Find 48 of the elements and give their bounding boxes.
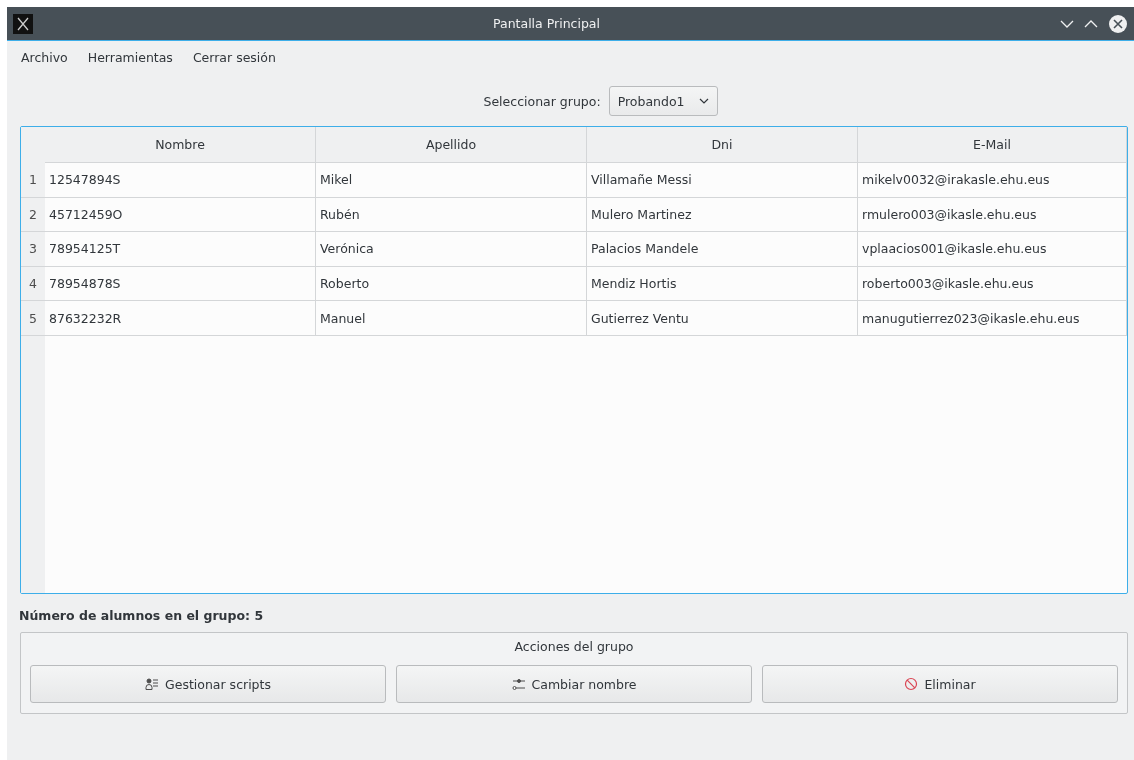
table-cell: Mikel — [316, 163, 587, 198]
menu-item[interactable]: Archivo — [13, 47, 76, 68]
column-header[interactable]: Dni — [587, 127, 858, 163]
group-title: Acciones del grupo — [514, 639, 634, 654]
action-button[interactable]: Eliminar — [762, 665, 1118, 703]
table-cell: vplaacios001@ikasle.ehu.eus — [858, 232, 1127, 267]
table-cell: Verónica — [316, 232, 587, 267]
group-dropdown[interactable]: Probando1 — [608, 86, 718, 116]
table-cell: manugutierrez023@ikasle.ehu.eus — [858, 301, 1127, 336]
maximize-icon[interactable] — [1084, 18, 1098, 29]
forbidden-icon — [904, 677, 919, 691]
row-number: 4 — [21, 266, 45, 302]
table-cell: roberto003@ikasle.ehu.eus — [858, 266, 1127, 302]
student-count: Número de alumnos en el grupo: 5 — [19, 608, 265, 623]
row-number: 1 — [21, 163, 45, 198]
table-cell: Manuel — [316, 301, 587, 336]
action-button[interactable]: Gestionar scripts — [30, 665, 386, 703]
menu-item[interactable]: Cerrar sesión — [184, 47, 284, 68]
table-cell: 12547894S — [45, 163, 316, 198]
column-header[interactable]: Nombre — [45, 127, 316, 163]
minimize-icon[interactable] — [1060, 18, 1074, 29]
table-cell: Palacios Mandele — [587, 232, 858, 267]
table-cell: rmulero003@ikasle.ehu.eus — [858, 197, 1127, 233]
row-number: 3 — [21, 232, 45, 267]
window-title: Pantalla Principal — [492, 16, 601, 31]
sliders-icon — [511, 677, 526, 691]
chevron-down-icon — [698, 98, 709, 104]
table-cell: Mendiz Hortis — [587, 266, 858, 302]
table-cell: Gutierrez Ventu — [587, 301, 858, 336]
column-header[interactable]: Apellido — [316, 127, 587, 163]
close-icon[interactable] — [1108, 13, 1128, 34]
app-x-icon — [13, 13, 33, 34]
table-cell: mikelv0032@irakasle.ehu.eus — [858, 163, 1127, 198]
column-header[interactable]: E-Mail — [858, 127, 1127, 163]
table-cell: 78954878S — [45, 266, 316, 302]
group-select-label: Seleccionar grupo: — [483, 93, 601, 109]
menu-item[interactable]: Herramientas — [79, 47, 181, 68]
row-number: 5 — [21, 301, 45, 336]
user-list-icon — [145, 677, 159, 691]
row-number: 2 — [21, 197, 45, 233]
action-button[interactable]: Cambiar nombre — [396, 665, 752, 703]
table-cell: Mulero Martinez — [587, 197, 858, 233]
table-cell: 87632232R — [45, 301, 316, 336]
table-cell: Roberto — [316, 266, 587, 302]
table-cell: 45712459O — [45, 197, 316, 233]
table-cell: Villamañe Messi — [587, 163, 858, 198]
table-cell: 78954125T — [45, 232, 316, 267]
table-cell: Rubén — [316, 197, 587, 233]
